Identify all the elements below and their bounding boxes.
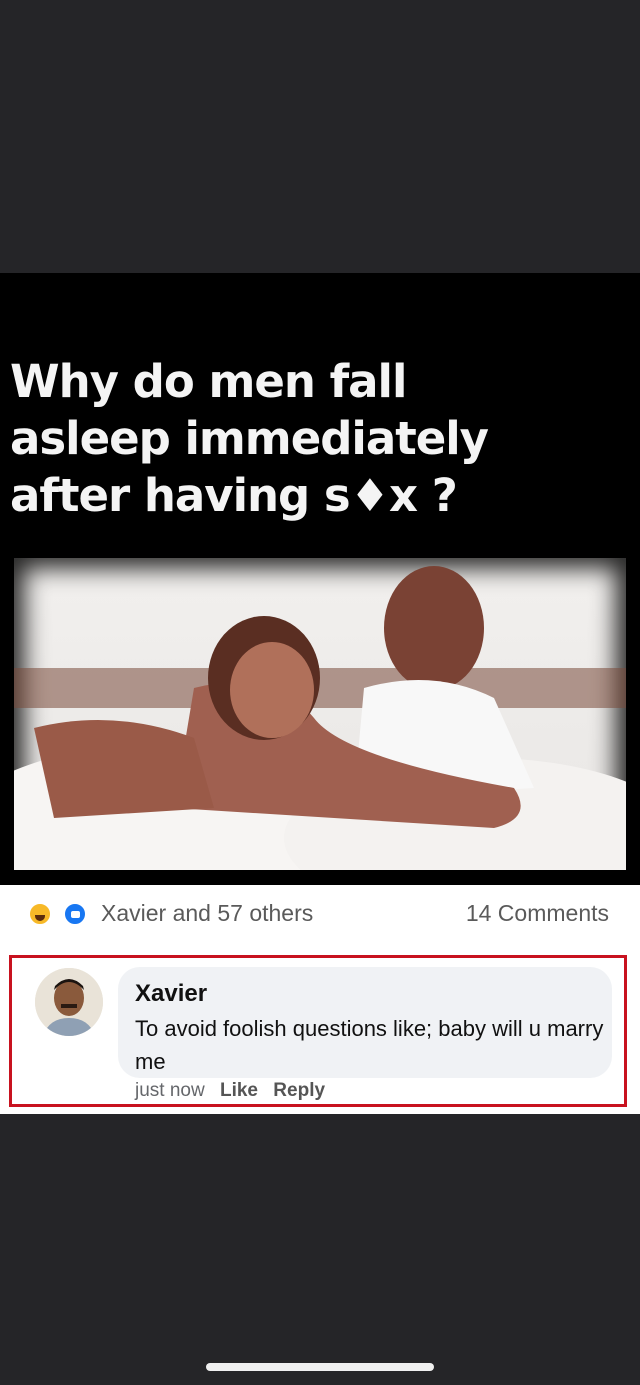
meme-title: Why do men fall asleep immediately after… [10, 353, 634, 524]
meme-title-line: Why do men fall [10, 355, 407, 408]
couple-photo [14, 558, 626, 870]
comment-text: To avoid foolish questions like; baby wi… [135, 1016, 604, 1074]
reaction-icons[interactable] [28, 902, 98, 928]
avatar-portrait-icon [35, 968, 103, 1036]
meme-image: Why do men fall asleep immediately after… [0, 273, 640, 885]
comments-count-link[interactable]: 14 Comments [466, 900, 609, 927]
meme-title-line: after having s♦x ? [10, 469, 458, 522]
comment-actions: just now Like Reply [135, 1080, 335, 1102]
reply-button[interactable]: Reply [273, 1080, 325, 1101]
couple-photo-illustration [14, 566, 626, 870]
reactions-summary[interactable]: Xavier and 57 others [101, 900, 313, 927]
comment-timestamp: just now [135, 1080, 205, 1101]
like-icon [63, 902, 87, 926]
avatar[interactable] [35, 968, 103, 1036]
home-indicator[interactable] [206, 1363, 434, 1371]
like-button[interactable]: Like [220, 1080, 258, 1101]
haha-icon [28, 902, 52, 926]
comment-author-name[interactable]: Xavier [135, 980, 207, 1008]
meme-title-line: asleep immediately [10, 412, 489, 465]
